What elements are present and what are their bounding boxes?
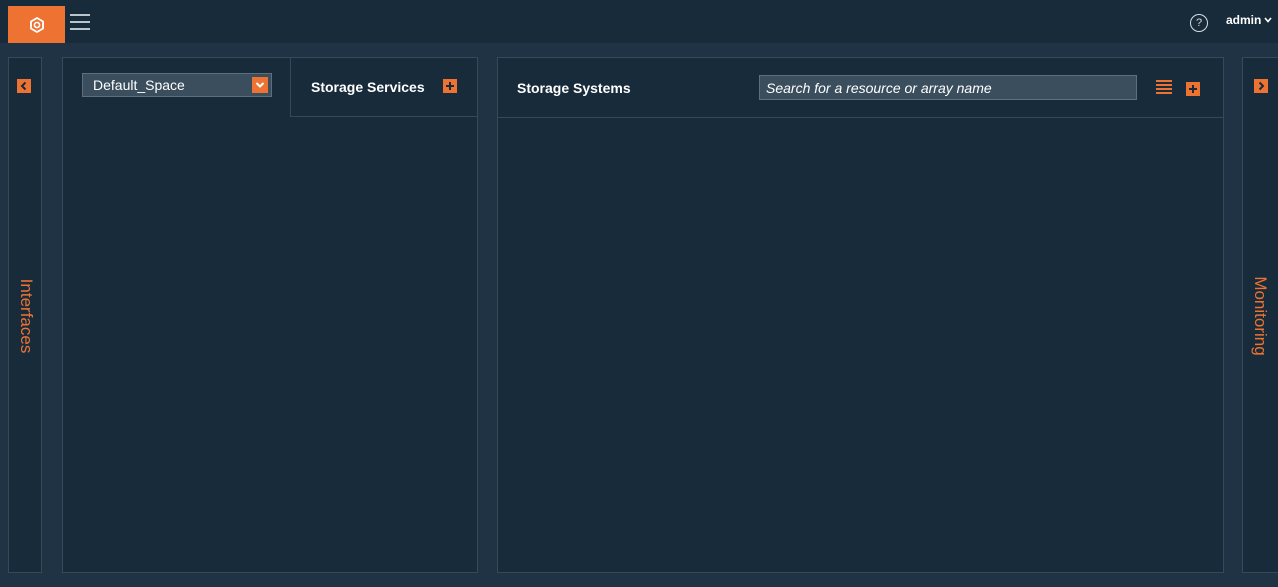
list-view-icon[interactable] [1156,80,1172,96]
divider [498,117,1223,118]
storage-systems-title: Storage Systems [517,80,631,96]
add-system-button[interactable] [1186,82,1200,96]
plus-icon [443,79,457,93]
interfaces-sidebar: Interfaces [8,57,42,573]
tab-storage-services[interactable]: Storage Services [290,58,478,117]
storage-systems-panel: Storage Systems [497,57,1224,573]
collapse-left-button[interactable] [17,79,31,93]
search-input[interactable] [759,75,1137,100]
chevron-down-icon [1264,17,1272,23]
expand-right-button[interactable] [1254,79,1268,93]
chevron-down-icon[interactable] [252,77,268,93]
help-icon[interactable]: ? [1190,14,1208,32]
add-service-button[interactable] [443,79,457,93]
top-bar: ? admin [0,0,1278,43]
storage-services-title: Storage Services [311,79,425,95]
monitoring-sidebar: Monitoring [1242,57,1278,573]
logo-icon [29,16,44,33]
plus-icon [1186,82,1200,96]
space-select[interactable]: Default_Space [82,73,272,97]
menu-icon[interactable] [70,14,90,30]
app-logo[interactable] [8,6,65,43]
interfaces-label[interactable]: Interfaces [16,279,36,354]
spaces-panel: Default_Space Storage Services [62,57,478,573]
monitoring-label[interactable]: Monitoring [1250,276,1270,355]
username: admin [1226,13,1262,27]
chevron-right-icon [1258,81,1265,91]
space-select-value: Default_Space [93,77,185,93]
chevron-left-icon [20,81,27,91]
user-menu[interactable]: admin [1226,13,1272,27]
